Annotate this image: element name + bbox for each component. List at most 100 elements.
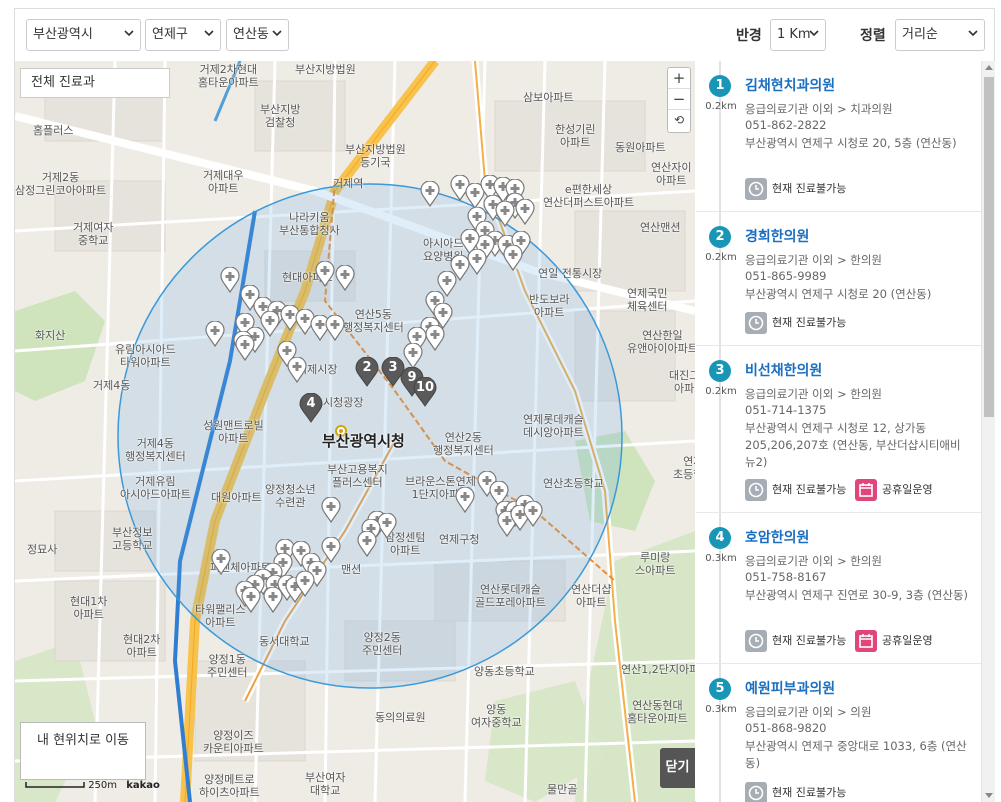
hospital-pin-icon[interactable]: [403, 342, 423, 370]
result-item[interactable]: 4 0.3km 호암한의원 응급의료기관 이외 > 한의원 051-758-8167 부산…: [696, 513, 981, 664]
result-category: 응급의료기관 이외 > 치과의원: [745, 102, 893, 116]
map-place-label: 부산광역시청: [322, 432, 405, 450]
result-number-badge: 5: [709, 678, 731, 700]
chevron-down-icon: [809, 30, 819, 37]
my-location-button[interactable]: 내 현위치로 이동: [20, 722, 146, 780]
result-phone: 051-714-1375: [745, 403, 827, 417]
hospital-pin-icon[interactable]: [211, 548, 231, 576]
result-status: 현재 진료불가능: [745, 782, 846, 802]
map-place-label: 동서대학교: [259, 635, 310, 648]
result-name-link[interactable]: 경희한의원: [745, 226, 809, 246]
result-name-link[interactable]: 비선채한의원: [745, 360, 822, 380]
list-scrollbar[interactable]: [981, 61, 995, 802]
map-place-label: 연제국민 체육센터: [627, 287, 668, 313]
sort-select[interactable]: 거리순: [895, 19, 985, 51]
hospital-pin-icon[interactable]: [495, 200, 515, 228]
map-place-label: 연산더샵 아파트: [571, 583, 612, 609]
clock-icon: [745, 178, 767, 200]
hospital-pin-icon[interactable]: [357, 530, 377, 558]
hospital-pin-icon[interactable]: [455, 486, 475, 514]
filter-toolbar: 부산광역시 연제구 연산동 반경 1 Km 정렬 거리순: [14, 8, 995, 60]
hospital-pin-icon[interactable]: [515, 198, 535, 226]
dong-select[interactable]: 연산동: [226, 19, 289, 51]
result-category: 응급의료기관 이외 > 한의원: [745, 387, 882, 401]
hospital-pin-icon[interactable]: [205, 320, 225, 348]
map-place-label: 연산롯데캐슬 골드포레아파트: [475, 583, 546, 609]
map-place-label: 양정메트로 하이츠아파트: [199, 773, 260, 799]
hospital-pin-icon[interactable]: [287, 356, 307, 384]
hospital-pin-icon[interactable]: [420, 180, 440, 208]
holiday-text: 공휴일운영: [882, 634, 933, 647]
city-select[interactable]: 부산광역시: [26, 19, 141, 51]
status-text: 현재 진료불가능: [772, 634, 847, 647]
result-item[interactable]: 1 0.2km 김채현치과의원 응급의료기관 이외 > 치과의원 051-862-282…: [696, 61, 981, 212]
calendar-icon: [855, 479, 877, 501]
status-text: 현재 진료불가능: [772, 316, 847, 329]
hospital-pin-icon[interactable]: [315, 260, 335, 288]
result-address: 부산광역시 연제구 시청로 20, 5층 (연산동): [745, 136, 957, 150]
hospital-pin-icon[interactable]: [503, 244, 523, 272]
numbered-pin-10[interactable]: 10: [413, 376, 437, 407]
map-place-label: 양정이즈 카운티아파트: [203, 729, 264, 755]
hospital-pin-icon[interactable]: [321, 536, 341, 564]
reset-icon[interactable]: ⟲: [668, 110, 690, 131]
numbered-pin-4[interactable]: 4: [299, 392, 323, 423]
clock-icon: [745, 782, 767, 802]
result-distance: 0.3km: [705, 704, 737, 715]
map-place-label: 부산여자 대학교: [305, 771, 346, 797]
map-place-label: 연제초등학교: [673, 455, 695, 481]
hospital-pin-icon[interactable]: [241, 586, 261, 614]
result-item[interactable]: 2 0.2km 경희한의원 응급의료기관 이외 > 한의원 051-865-9989 부산…: [696, 212, 981, 346]
hospital-pin-icon[interactable]: [295, 570, 315, 598]
scroll-up-icon[interactable]: [985, 65, 993, 70]
result-phone: 051-758-8167: [745, 570, 827, 584]
close-list-button[interactable]: 닫기: [660, 748, 695, 788]
map-view[interactable]: 거제2차현대 홈타운아파트 부산지방법원 부산지방 검찰청 삼보아파트 한성기린 아파트 동원아…: [15, 61, 695, 802]
hospital-pin-icon[interactable]: [425, 324, 445, 352]
chevron-down-icon: [124, 30, 134, 37]
map-place-label: 연일 전통시장: [538, 267, 603, 280]
map-place-label: 양정2동 주민센터: [362, 631, 403, 657]
district-select[interactable]: 연제구: [145, 19, 221, 51]
status-text: 현재 진료불가능: [772, 786, 847, 799]
hospital-pin-icon[interactable]: [325, 314, 345, 342]
result-name-link[interactable]: 호암한의원: [745, 527, 809, 547]
hospital-pin-icon[interactable]: [235, 334, 255, 362]
map-place-label: 부산고용복지 플러스센터: [327, 463, 388, 489]
map-place-label: 양동 여자중학교: [471, 703, 522, 729]
map-scale: 250m kakao: [25, 780, 160, 791]
result-distance: 0.3km: [705, 553, 737, 564]
map-place-label: 한성기린 아파트: [555, 123, 596, 149]
scroll-down-icon[interactable]: [985, 793, 993, 798]
result-category: 응급의료기관 이외 > 의원: [745, 705, 872, 719]
map-place-label: 거제역: [333, 177, 364, 190]
result-list[interactable]: 1 0.2km 김채현치과의원 응급의료기관 이외 > 치과의원 051-862-282…: [696, 61, 981, 802]
result-status: 현재 진료불가능: [745, 178, 846, 200]
map-place-label: 화지산: [35, 329, 66, 342]
numbered-pin-2[interactable]: 2: [355, 356, 379, 387]
result-item[interactable]: 5 0.3km 예원피부과의원 응급의료기관 이외 > 의원 051-868-9820 부…: [696, 664, 981, 802]
hospital-pin-icon[interactable]: [467, 248, 487, 276]
result-address: 부산광역시 연제구 시청로 20 (연산동): [745, 287, 932, 301]
hospital-pin-icon[interactable]: [263, 586, 283, 614]
result-number-badge: 3: [709, 360, 731, 382]
radius-select[interactable]: 1 Km: [770, 19, 826, 51]
hospital-pin-icon[interactable]: [220, 266, 240, 294]
hospital-pin-icon[interactable]: [321, 496, 341, 524]
holiday-badge: 공휴일운영: [855, 630, 933, 652]
result-name-link[interactable]: 예원피부과의원: [745, 678, 835, 698]
map-place-label: 양동초등학교: [474, 665, 535, 678]
result-item[interactable]: 3 0.2km 비선채한의원 응급의료기관 이외 > 한의원 051-714-1375 부…: [696, 346, 981, 513]
zoom-out-button[interactable]: −: [668, 89, 690, 110]
result-address: 부산광역시 연제구 진연로 30-9, 3층 (연산동): [745, 588, 969, 602]
map-place-label: 거제대우 아파트: [203, 169, 244, 195]
zoom-in-button[interactable]: +: [668, 68, 690, 89]
result-name-link[interactable]: 김채현치과의원: [745, 75, 835, 95]
result-phone: 051-865-9989: [745, 269, 827, 283]
hospital-pin-icon[interactable]: [523, 500, 543, 528]
scrollbar-thumb[interactable]: [984, 77, 994, 417]
map-place-label: 루미랑 스아파트: [635, 551, 676, 577]
sort-select-value: 거리순: [902, 27, 938, 42]
hospital-pin-icon[interactable]: [335, 264, 355, 292]
all-departments-button[interactable]: 전체 진료과: [20, 68, 170, 98]
